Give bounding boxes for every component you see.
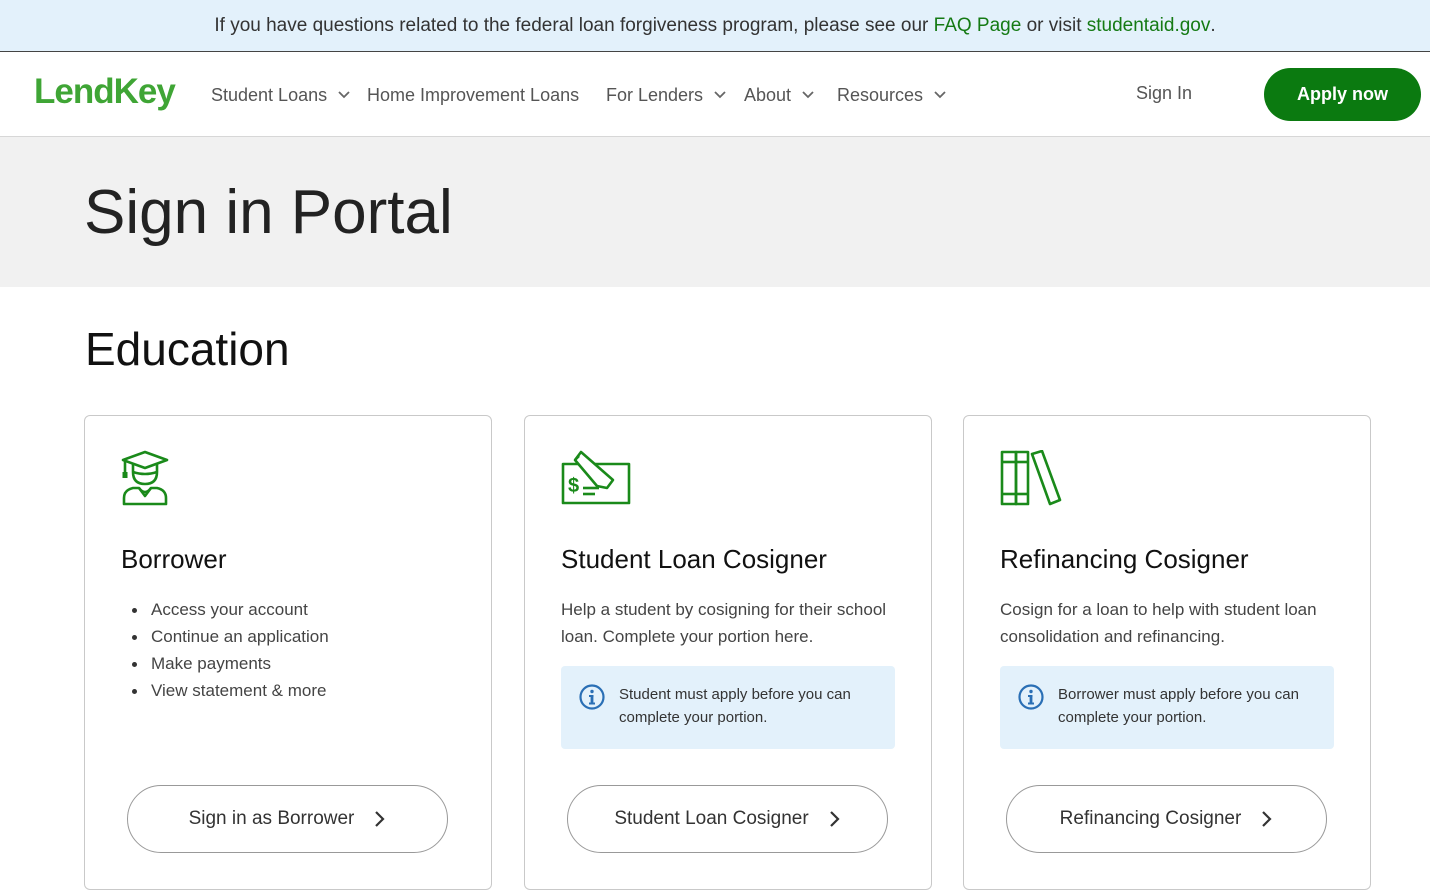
info-text: Student must apply before you can comple… — [619, 686, 851, 726]
graduate-icon — [121, 450, 169, 506]
nav-for-lenders[interactable]: For Lenders — [606, 83, 727, 107]
check-signing-icon: $ — [561, 450, 631, 505]
page-header: Sign in Portal — [0, 137, 1430, 287]
list-item: Make payments — [121, 650, 329, 677]
list-item: View statement & more — [121, 677, 329, 704]
nav-resources-label: Resources — [837, 84, 924, 105]
faq-link[interactable]: FAQ Page — [934, 15, 1022, 37]
nav-about[interactable]: About — [744, 83, 815, 107]
banner-text-after: . — [1210, 14, 1216, 36]
borrower-feature-list: Access your account Continue an applicat… — [121, 596, 329, 704]
refinancing-cosigner-card: Refinancing Cosigner Cosign for a loan t… — [963, 415, 1371, 890]
announcement-banner: If you have questions related to the fed… — [0, 0, 1430, 52]
list-item: Continue an application — [121, 623, 329, 650]
borrower-card-title: Borrower — [121, 544, 227, 574]
refinancing-cosigner-button-label: Refinancing Cosigner — [1059, 808, 1242, 829]
nav-student-loans[interactable]: Student Loans — [211, 83, 351, 107]
sign-in-link[interactable]: Sign In — [1136, 83, 1192, 104]
chevron-right-icon — [829, 811, 840, 827]
page-title: Sign in Portal — [84, 178, 453, 247]
section-title-education: Education — [85, 323, 290, 375]
sign-in-as-borrower-button[interactable]: Sign in as Borrower — [127, 785, 448, 853]
nav-resources[interactable]: Resources — [837, 83, 947, 107]
main-navbar: LendKey Student Loans Home Improvement L… — [0, 52, 1430, 137]
chevron-down-icon — [802, 91, 814, 99]
refinancing-cosigner-description: Cosign for a loan to help with student l… — [1000, 600, 1317, 646]
studentaid-link[interactable]: studentaid.gov — [1087, 15, 1211, 37]
banner-text-before: If you have questions related to the fed… — [214, 14, 934, 36]
student-loan-cosigner-button-label: Student Loan Cosigner — [614, 808, 809, 829]
nav-for-lenders-label: For Lenders — [606, 84, 704, 105]
borrower-card: Borrower Access your account Continue an… — [84, 415, 492, 890]
books-icon — [1000, 450, 1062, 506]
student-loan-cosigner-button[interactable]: Student Loan Cosigner — [567, 785, 888, 853]
chevron-right-icon — [1262, 811, 1272, 827]
nav-student-loans-label: Student Loans — [211, 84, 328, 105]
chevron-down-icon — [934, 91, 946, 99]
info-icon — [1018, 684, 1044, 710]
lendkey-logo[interactable]: LendKey — [34, 72, 176, 112]
info-notice: Student must apply before you can comple… — [561, 666, 895, 749]
svg-text:$: $ — [568, 475, 579, 497]
chevron-right-icon — [375, 811, 385, 827]
student-loan-cosigner-title: Student Loan Cosigner — [561, 544, 827, 574]
student-loan-cosigner-description: Help a student by cosigning for their sc… — [561, 600, 887, 646]
chevron-down-icon — [714, 91, 726, 99]
nav-home-improvement-label: Home Improvement Loans — [367, 84, 580, 105]
student-loan-cosigner-card: $ Student Loan Cosigner Help a student b… — [524, 415, 932, 890]
refinancing-cosigner-title: Refinancing Cosigner — [1000, 544, 1249, 574]
refinancing-cosigner-button[interactable]: Refinancing Cosigner — [1006, 785, 1327, 853]
info-notice: Borrower must apply before you can compl… — [1000, 666, 1334, 749]
info-icon — [579, 684, 605, 710]
banner-text-middle: or visit — [1021, 14, 1087, 36]
chevron-down-icon — [338, 91, 350, 99]
list-item: Access your account — [121, 596, 329, 623]
nav-home-improvement-loans[interactable]: Home Improvement Loans — [367, 83, 579, 107]
apply-now-button[interactable]: Apply now — [1264, 68, 1421, 121]
info-text: Borrower must apply before you can compl… — [1058, 686, 1299, 726]
sign-in-as-borrower-label: Sign in as Borrower — [188, 808, 355, 829]
nav-about-label: About — [744, 84, 792, 105]
